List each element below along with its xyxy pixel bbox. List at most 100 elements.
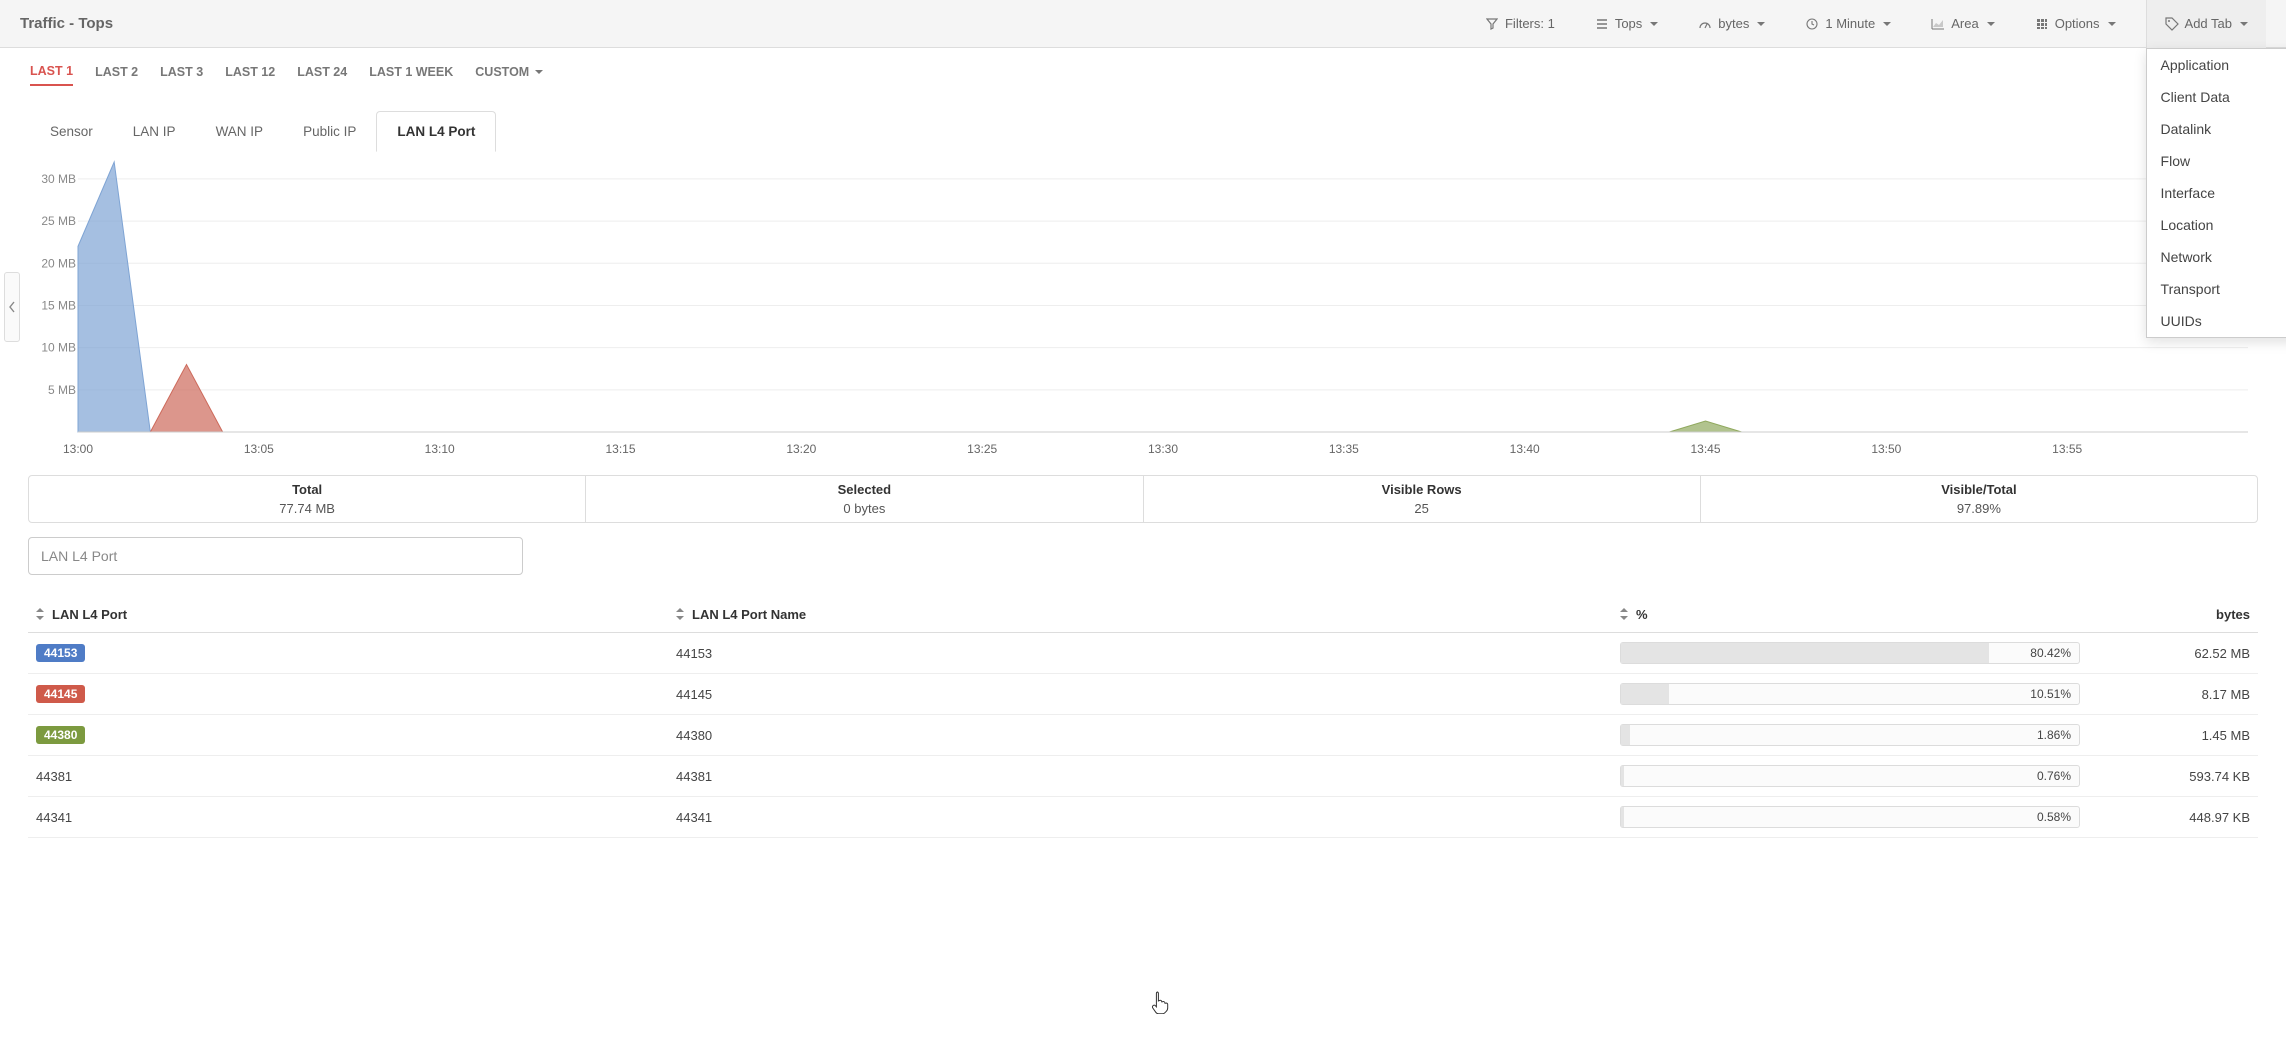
funnel-icon (1485, 17, 1499, 31)
add-tab-menu-item[interactable]: Application (2147, 49, 2286, 81)
range-tab[interactable]: LAST 12 (225, 65, 275, 85)
summary-total-label: Total (29, 482, 585, 497)
col-port-name[interactable]: LAN L4 Port Name (668, 597, 1612, 633)
add-tab-menu-item[interactable]: Client Data (2147, 81, 2286, 113)
add-tab-menu-item[interactable]: Location (2147, 209, 2286, 241)
area-button[interactable]: Area (1921, 10, 2004, 37)
interval-button[interactable]: 1 Minute (1795, 10, 1901, 37)
svg-text:25 MB: 25 MB (41, 214, 76, 228)
svg-text:13:20: 13:20 (786, 442, 816, 456)
range-tab[interactable]: LAST 3 (160, 65, 203, 85)
entity-tab[interactable]: LAN L4 Port (376, 111, 496, 152)
svg-text:13:25: 13:25 (967, 442, 997, 456)
pct-bar: 10.51% (1620, 683, 2080, 705)
bytes-label: bytes (1718, 16, 1749, 31)
svg-text:13:50: 13:50 (1871, 442, 1901, 456)
summary-selected-value: 0 bytes (586, 501, 1142, 516)
cell-port: 44380 (28, 715, 668, 756)
entity-tab[interactable]: Sensor (30, 112, 113, 151)
summary-visible-total-label: Visible/Total (1701, 482, 2257, 497)
bytes-button[interactable]: bytes (1688, 10, 1775, 37)
filters-button[interactable]: Filters: 1 (1475, 10, 1565, 37)
table-row[interactable]: 441454414510.51%8.17 MB (28, 674, 2258, 715)
svg-text:10 MB: 10 MB (41, 341, 76, 355)
sort-icon (36, 608, 46, 620)
time-range-tabs: LAST 1 LAST 2 LAST 3 LAST 12 LAST 24 LAST 1 W… (0, 48, 2286, 94)
menu-item-label: Client Data (2161, 89, 2230, 105)
entity-tab[interactable]: WAN IP (196, 112, 284, 151)
svg-text:13:55: 13:55 (2052, 442, 2082, 456)
add-tab-menu-item[interactable]: Transport (2147, 273, 2286, 305)
add-tab-menu-item[interactable]: Flow (2147, 145, 2286, 177)
add-tab-button[interactable]: Add Tab (2146, 0, 2266, 48)
range-tab[interactable]: LAST 24 (297, 65, 347, 85)
summary-visible-total-value: 97.89% (1701, 501, 2257, 516)
cell-port: 44381 (28, 756, 668, 797)
tops-label: Tops (1615, 16, 1642, 31)
options-label: Options (2055, 16, 2100, 31)
summary-visible-rows-value: 25 (1144, 501, 1700, 516)
svg-text:13:05: 13:05 (244, 442, 274, 456)
col-bytes[interactable]: bytes (2088, 597, 2258, 633)
menu-item-label: Location (2161, 217, 2214, 233)
summary-total-value: 77.74 MB (29, 501, 585, 516)
entity-tab[interactable]: LAN IP (113, 112, 196, 151)
caret-down-icon (1757, 22, 1765, 26)
cell-port: 44153 (28, 633, 668, 674)
entity-tab[interactable]: Public IP (283, 112, 376, 151)
range-tab[interactable]: LAST 2 (95, 65, 138, 85)
cell-pct: 10.51% (1612, 674, 2088, 715)
list-icon (1595, 17, 1609, 31)
clock-icon (1805, 17, 1819, 31)
options-button[interactable]: Options (2025, 10, 2126, 37)
range-tab[interactable]: LAST 1 WEEK (369, 65, 453, 85)
summary-selected-label: Selected (586, 482, 1142, 497)
menu-item-label: Application (2161, 57, 2230, 73)
menu-item-label: Interface (2161, 185, 2215, 201)
cell-bytes: 448.97 KB (2088, 797, 2258, 838)
summary-visible-total: Visible/Total 97.89% (1700, 476, 2257, 522)
tops-button[interactable]: Tops (1585, 10, 1668, 37)
cell-port-name: 44380 (668, 715, 1612, 756)
table-row[interactable]: 44381443810.76%593.74 KB (28, 756, 2258, 797)
range-tab-custom[interactable]: CUSTOM (475, 65, 543, 85)
menu-item-label: Transport (2161, 281, 2220, 297)
summary-bar: Total 77.74 MB Selected 0 bytes Visible … (28, 475, 2258, 523)
chart-prev-handle[interactable] (4, 272, 20, 342)
svg-text:13:35: 13:35 (1329, 442, 1359, 456)
svg-text:30 MB: 30 MB (41, 172, 76, 186)
cell-pct: 80.42% (1612, 633, 2088, 674)
pct-bar: 0.76% (1620, 765, 2080, 787)
col-port[interactable]: LAN L4 Port (28, 597, 668, 633)
chart-area: 5 MB10 MB15 MB20 MB25 MB30 MB13:0013:051… (28, 157, 2258, 457)
port-badge: 44145 (36, 685, 85, 703)
svg-text:13:10: 13:10 (425, 442, 455, 456)
port-badge: 44153 (36, 644, 85, 662)
table-row[interactable]: 44341443410.58%448.97 KB (28, 797, 2258, 838)
add-tab-menu-item[interactable]: Interface (2147, 177, 2286, 209)
add-tab-menu-item[interactable]: UUIDs (2147, 305, 2286, 337)
summary-selected: Selected 0 bytes (585, 476, 1142, 522)
cell-port-name: 44153 (668, 633, 1612, 674)
add-tab-menu-item[interactable]: Datalink (2147, 113, 2286, 145)
table-filter-input[interactable] (28, 537, 523, 575)
add-tab-menu-item[interactable]: Network (2147, 241, 2286, 273)
menu-item-label: UUIDs (2161, 313, 2202, 329)
caret-down-icon (1987, 22, 1995, 26)
cell-bytes: 1.45 MB (2088, 715, 2258, 756)
cell-bytes: 593.74 KB (2088, 756, 2258, 797)
cell-port-name: 44341 (668, 797, 1612, 838)
gauge-icon (1698, 17, 1712, 31)
area-chart[interactable]: 5 MB10 MB15 MB20 MB25 MB30 MB13:0013:051… (28, 157, 2258, 457)
table-row[interactable]: 441534415380.42%62.52 MB (28, 633, 2258, 674)
col-pct[interactable]: % (1612, 597, 2088, 633)
range-tab[interactable]: LAST 1 (30, 64, 73, 86)
table-row[interactable]: 44380443801.86%1.45 MB (28, 715, 2258, 756)
svg-text:20 MB: 20 MB (41, 256, 76, 270)
svg-text:15 MB: 15 MB (41, 298, 76, 312)
grid-icon (2035, 17, 2049, 31)
svg-text:5 MB: 5 MB (48, 383, 76, 397)
caret-down-icon (2240, 22, 2248, 26)
add-tab-label: Add Tab (2185, 16, 2232, 31)
cell-pct: 0.76% (1612, 756, 2088, 797)
